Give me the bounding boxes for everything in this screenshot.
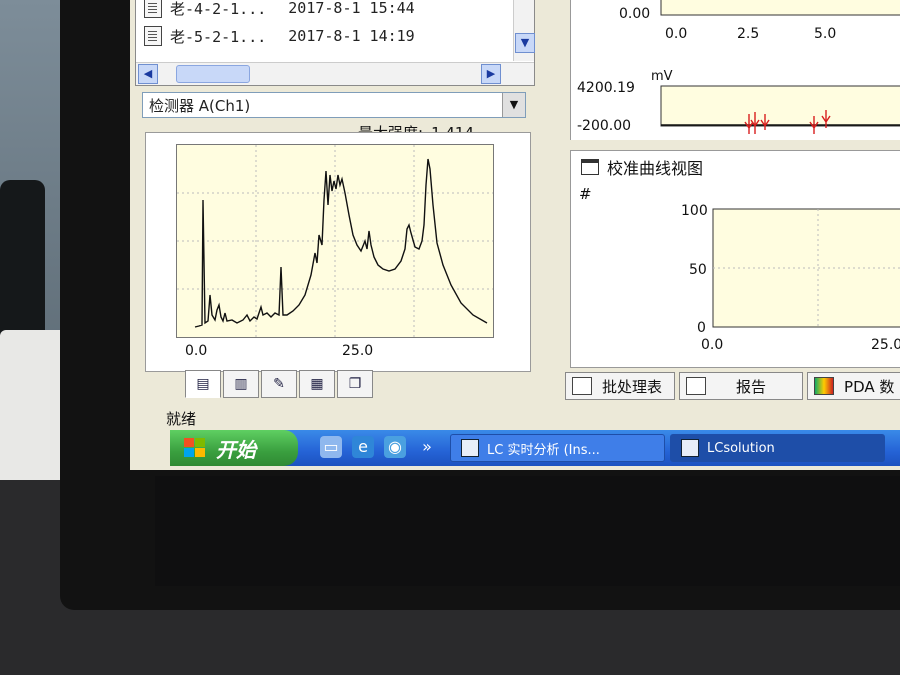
windows-flag-icon: [184, 438, 206, 458]
detector-label: 检测器 A(Ch1): [149, 96, 251, 115]
desktop-icon[interactable]: ▭: [320, 436, 342, 458]
lower-y-max: 4200.19: [577, 80, 635, 96]
file-list-panel: 老-4-2-1... 2017-8-1 15:44 老-5-2-1... 201…: [135, 0, 535, 86]
screen: 老-4-2-1... 2017-8-1 15:44 老-5-2-1... 201…: [130, 0, 900, 470]
start-label: 开始: [216, 437, 256, 462]
calibration-plot-area[interactable]: [712, 208, 900, 328]
monitor-chin: [155, 476, 900, 586]
tab-label: 批处理表: [602, 377, 663, 396]
start-button[interactable]: 开始: [170, 430, 298, 466]
upper-x-tick: 0.0: [665, 26, 687, 42]
media-icon[interactable]: ◉: [384, 436, 406, 458]
data-acquisition-panel: 0.0 2.5 5.0 0.00 mV 4200.19 -200.00: [570, 0, 900, 140]
list-item[interactable]: 老-5-2-1... 2017-8-1 14:19: [144, 25, 415, 47]
x-tick-label: 0.0: [701, 337, 723, 353]
horizontal-scrollbar[interactable]: ◀ ▶: [136, 62, 534, 85]
upper-x-tick: 2.5: [737, 26, 759, 42]
pda-icon: [814, 377, 835, 395]
report-icon: [686, 377, 707, 395]
power-plug: [0, 180, 45, 350]
lower-y-min: -200.00: [577, 118, 631, 134]
document-icon[interactable]: ▤: [185, 370, 221, 398]
tab-report[interactable]: 报告: [679, 372, 804, 400]
taskbar-app-realtime[interactable]: LC 实时分析 (Ins...: [450, 434, 665, 462]
file-icon: [144, 26, 162, 46]
bar-chart-icon[interactable]: ▥: [223, 370, 259, 398]
quick-launch: ▭ e ◉ »: [320, 436, 438, 458]
file-date: 2017-8-1 14:19: [288, 27, 415, 45]
app-icon: [461, 439, 479, 457]
y-tick-label: 100: [681, 203, 708, 219]
chromatogram-plot[interactable]: [176, 144, 494, 338]
scroll-down-icon[interactable]: ▼: [515, 33, 535, 53]
calibration-panel: 校准曲线视图 # 100 50 0 0.0 25.0: [570, 150, 900, 368]
copy-icon[interactable]: ❐: [337, 370, 373, 398]
taskbar-app-lcsolution[interactable]: LCsolution: [670, 434, 885, 462]
table-icon[interactable]: ▦: [299, 370, 335, 398]
upper-x-tick: 5.0: [814, 26, 836, 42]
edit-icon[interactable]: ✎: [261, 370, 297, 398]
batch-icon: [572, 377, 592, 395]
detector-select[interactable]: 检测器 A(Ch1) ▼: [142, 92, 526, 118]
upper-y-tick: 0.00: [619, 6, 650, 22]
scroll-thumb[interactable]: [176, 65, 250, 83]
vertical-scrollbar[interactable]: ▼: [513, 0, 535, 61]
taskbar: 开始 ▭ e ◉ » LC 实时分析 (Ins... LCsolution: [170, 430, 900, 466]
scroll-left-icon[interactable]: ◀: [138, 64, 158, 84]
file-date: 2017-8-1 15:44: [288, 0, 415, 17]
chromatogram-trace: [194, 158, 488, 328]
x-tick-label: 25.0: [342, 343, 374, 359]
file-icon: [144, 0, 162, 18]
task-label: LCsolution: [707, 440, 775, 456]
tab-pda[interactable]: PDA 数: [807, 372, 900, 400]
view-tabs: ▤ ▥ ✎ ▦ ❐: [185, 370, 375, 400]
unit-label: mV: [651, 69, 673, 84]
upper-plot-area: [660, 0, 900, 16]
file-name: 老-5-2-1...: [170, 27, 267, 46]
browser-icon[interactable]: e: [352, 436, 374, 458]
tab-batch-table[interactable]: 批处理表: [565, 372, 676, 400]
app-icon: [681, 439, 699, 457]
x-tick-label: 25.0: [871, 337, 900, 353]
more-icon[interactable]: »: [416, 436, 438, 458]
chevron-down-icon[interactable]: ▼: [502, 93, 525, 117]
tab-label: 报告: [736, 377, 767, 396]
right-tabs: 批处理表 报告 PDA 数: [565, 372, 900, 402]
y-tick-label: 50: [689, 262, 707, 278]
task-label: LC 实时分析 (Ins...: [487, 442, 600, 458]
scroll-right-icon[interactable]: ▶: [481, 64, 501, 84]
list-item[interactable]: 老-4-2-1... 2017-8-1 15:44: [144, 0, 415, 19]
lower-plot-area: [660, 85, 900, 127]
tab-label: PDA 数: [844, 377, 895, 396]
status-text: 就绪: [166, 410, 197, 428]
y-tick-label: 0: [697, 320, 706, 336]
file-name: 老-4-2-1...: [170, 0, 267, 18]
x-tick-label: 0.0: [185, 343, 208, 359]
